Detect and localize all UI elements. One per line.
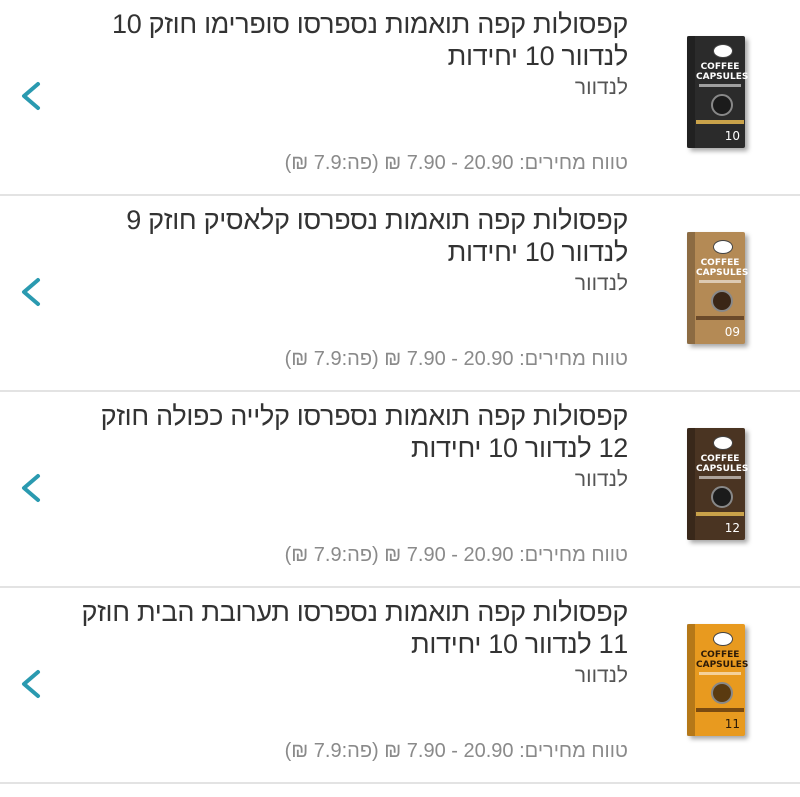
chevron-left-icon[interactable] [16,664,50,704]
product-brand: לנדוור [574,76,628,99]
image-label: COFFEE CAPSULES [696,62,749,82]
image-label: COFFEE CAPSULES [696,258,749,278]
chevron-left-icon[interactable] [16,272,50,312]
image-label: COFFEE CAPSULES [696,650,749,670]
product-title[interactable]: קפסולות קפה תואמות נספרסו קלייה כפולה חו… [68,400,629,464]
product-row[interactable]: קפסולות קפה תואמות נספרסו סופרימו חוזק 1… [0,0,800,196]
product-row[interactable]: קפסולות קפה תואמות נספרסו קלייה כפולה חו… [0,392,800,588]
image-number: 10 [724,129,740,143]
chevron-left-icon[interactable] [16,76,50,116]
product-title[interactable]: קפסולות קפה תואמות נספרסו סופרימו חוזק 1… [68,8,628,72]
product-title[interactable]: קפסולות קפה תואמות נספרסו קלאסיק חוזק 9 … [68,204,628,268]
price-range: טווח מחירים: 20.90 - 7.90 ₪ (פה:7.9 ₪) [284,740,628,762]
product-row[interactable]: קפסולות קפה תואמות נספרסו תערובת הבית חו… [0,588,800,784]
product-image[interactable]: COFFEE CAPSULES 11 [683,624,759,744]
price-range: טווח מחירים: 20.90 - 7.90 ₪ (פה:7.9 ₪) [284,544,628,566]
product-image[interactable]: COFFEE CAPSULES 09 [683,232,759,352]
product-image[interactable]: COFFEE CAPSULES 10 [683,36,759,156]
image-number: 12 [724,521,740,535]
product-list: קפסולות קפה תואמות נספרסו סופרימו חוזק 1… [0,0,800,784]
chevron-left-icon[interactable] [16,468,50,508]
price-range: טווח מחירים: 20.90 - 7.90 ₪ (פה:7.9 ₪) [284,348,628,370]
product-brand: לנדוור [574,468,628,491]
product-brand: לנדוור [574,664,628,687]
image-number: 09 [724,325,740,339]
image-number: 11 [724,717,740,731]
price-range: טווח מחירים: 20.90 - 7.90 ₪ (פה:7.9 ₪) [284,152,628,174]
product-brand: לנדוור [574,272,628,295]
product-image[interactable]: COFFEE CAPSULES 12 [683,428,759,548]
product-row[interactable]: קפסולות קפה תואמות נספרסו קלאסיק חוזק 9 … [0,196,800,392]
product-title[interactable]: קפסולות קפה תואמות נספרסו תערובת הבית חו… [68,596,629,660]
image-label: COFFEE CAPSULES [696,454,749,474]
